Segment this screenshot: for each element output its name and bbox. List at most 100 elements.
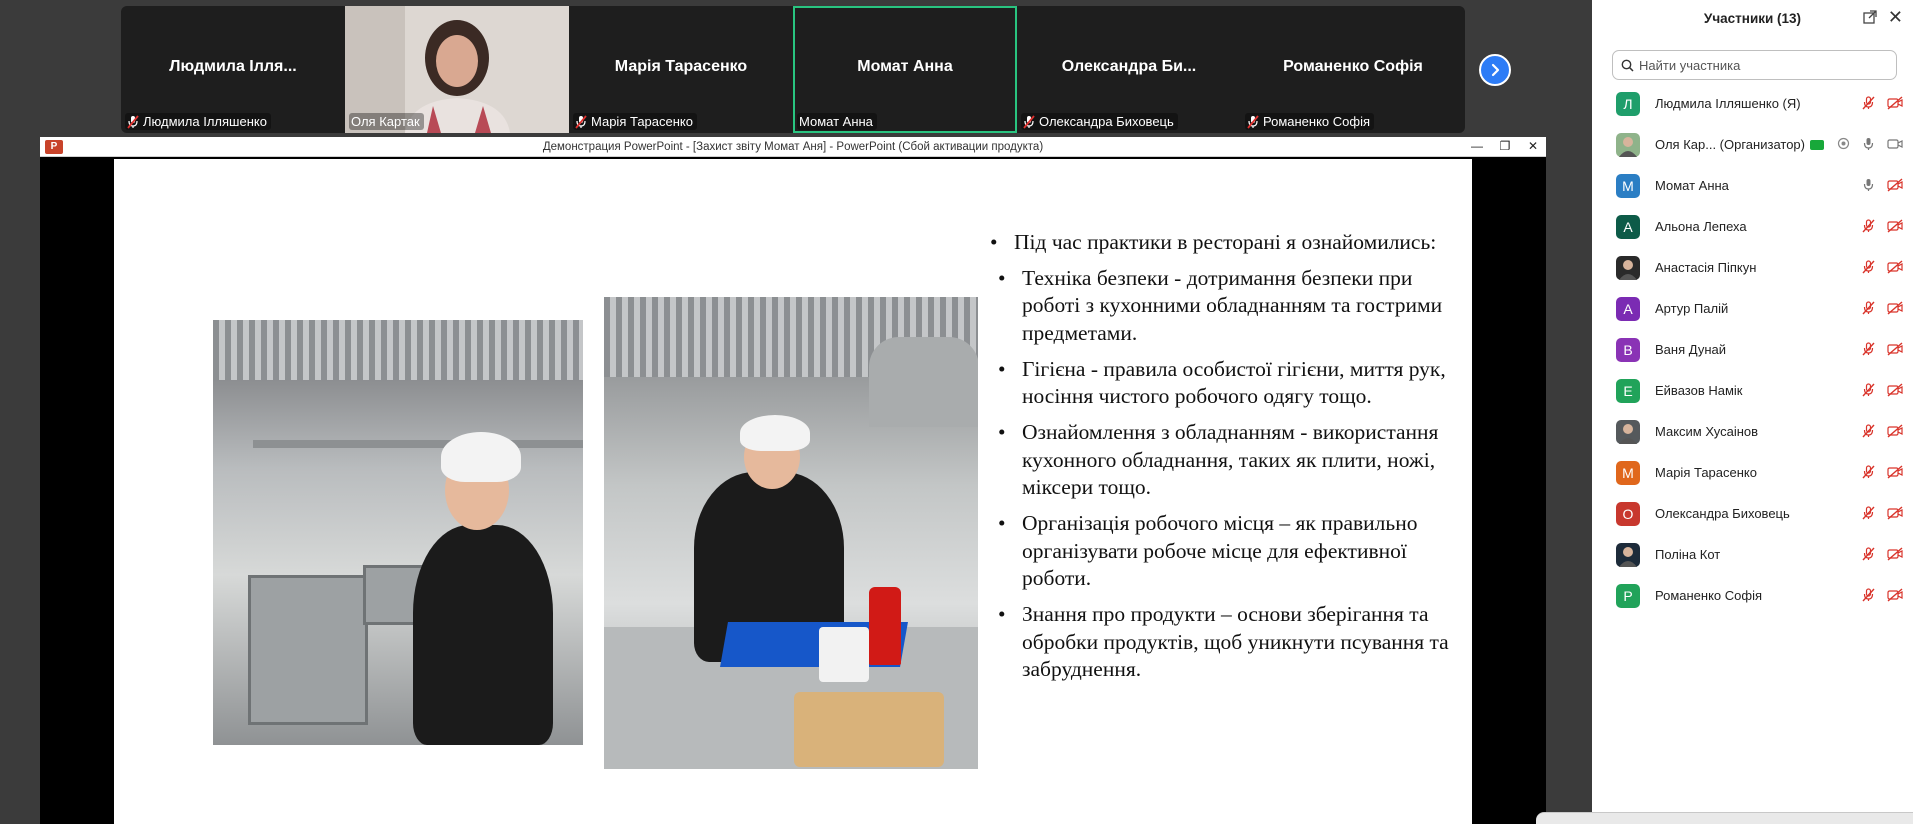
search-icon <box>1621 59 1634 72</box>
tile-name-tag: Олександра Биховець <box>1021 113 1178 130</box>
mic-muted-icon[interactable] <box>1862 96 1875 115</box>
camera-off-icon[interactable] <box>1887 342 1903 361</box>
slide-bullet-text: Гігієна - правила особистої гігієни, мит… <box>1022 356 1446 409</box>
video-tile-active-speaker[interactable]: Момат Анна Момат Анна <box>793 6 1017 133</box>
tile-name-tag: Марія Тарасенко <box>573 113 697 130</box>
avatar <box>1616 132 1640 157</box>
participant-row[interactable]: Л Людмила Ілляшенко (Я) <box>1592 83 1913 124</box>
mic-muted-icon[interactable] <box>1862 465 1875 484</box>
mic-muted-icon[interactable] <box>1862 301 1875 320</box>
tile-center-name: Людмила Ілля... <box>169 58 297 75</box>
camera-off-icon[interactable] <box>1887 219 1903 238</box>
participant-name: Анастасія Піпкун <box>1655 260 1757 275</box>
search-input[interactable] <box>1639 57 1879 73</box>
tile-tag-label: Олександра Биховець <box>1039 114 1174 129</box>
participant-row[interactable]: А Артур Палій <box>1592 288 1913 329</box>
participant-row[interactable]: В Ваня Дунай <box>1592 329 1913 370</box>
participant-name: Ваня Дунай <box>1655 342 1726 357</box>
camera-off-icon[interactable] <box>1887 178 1903 197</box>
pop-out-icon[interactable] <box>1863 10 1877 24</box>
camera-off-icon[interactable] <box>1887 383 1903 402</box>
participant-name: Романенко Софія <box>1655 588 1763 603</box>
video-tile[interactable]: Оля Картак <box>345 6 569 133</box>
slide-bullet: • Ознайомлення з обладнанням - використан… <box>998 420 1439 499</box>
participant-list: Л Людмила Ілляшенко (Я) Оля Кар... (Органи… <box>1592 83 1913 616</box>
slide-text-block: • Під час практики в ресторані я ознайоми… <box>990 229 1450 692</box>
mic-muted-icon[interactable] <box>1862 424 1875 443</box>
slide-bullet-text: Організація робочого місця – як правильн… <box>1022 511 1418 590</box>
mic-muted-icon[interactable] <box>1862 219 1875 238</box>
close-panel-icon[interactable]: ✕ <box>1888 7 1903 28</box>
participants-panel: Участники (13) ✕ Л Людмила Ілляшенко (Я) О… <box>1592 0 1913 824</box>
screen-share-icon <box>1809 139 1824 150</box>
participant-name: Максим Хусаінов <box>1655 424 1759 439</box>
participant-name: Оля Кар... (Организатор) <box>1655 137 1805 152</box>
mic-muted-icon[interactable] <box>1862 342 1875 361</box>
kitchen-photo-fryer <box>213 320 583 745</box>
panel-bottom-edge <box>1536 812 1913 824</box>
window-title: Демонстрация PowerPoint - [Захист звіту … <box>542 140 1044 153</box>
close-button[interactable]: ✕ <box>1526 139 1540 153</box>
participant-row[interactable]: О Олександра Биховець <box>1592 493 1913 534</box>
participant-row[interactable]: Максим Хусаінов <box>1592 411 1913 452</box>
avatar: М <box>1616 460 1640 485</box>
record-icon <box>1837 137 1850 156</box>
video-tile[interactable]: Романенко Софія Романенко Софія <box>1241 6 1465 133</box>
participant-row[interactable]: Р Романенко Софія <box>1592 575 1913 616</box>
camera-off-icon[interactable] <box>1887 588 1903 607</box>
video-tile[interactable]: Людмила Ілля... Людмила Ілляшенко <box>121 6 345 133</box>
slide-bullet-text: Ознайомлення з обладнанням - використанн… <box>1022 420 1439 499</box>
participants-header: Участники (13) ✕ <box>1592 0 1913 36</box>
video-tile[interactable]: Марія Тарасенко Марія Тарасенко <box>569 6 793 133</box>
participant-row[interactable]: Оля Кар... (Организатор) <box>1592 124 1913 165</box>
participant-name: Людмила Ілляшенко (Я) <box>1655 96 1801 111</box>
slide-bullet: • Гігієна - правила особистої гігієни, ми… <box>998 356 1446 409</box>
tile-center-name: Момат Анна <box>857 58 953 75</box>
slide-bullet: • Знання про продукти – основи зберіганн… <box>998 602 1449 681</box>
kitchen-photo-cutting <box>604 297 978 769</box>
avatar <box>1616 542 1640 567</box>
participant-row[interactable]: М Марія Тарасенко <box>1592 452 1913 493</box>
mic-muted-icon <box>1023 114 1035 129</box>
camera-icon[interactable] <box>1887 137 1903 156</box>
minimize-button[interactable]: — <box>1470 139 1484 153</box>
video-tile[interactable]: Олександра Би... Олександра Биховець <box>1017 6 1241 133</box>
slide-bullet: • Організація робочого місця – як правиль… <box>998 511 1418 590</box>
participant-row[interactable]: А Альона Лепеха <box>1592 206 1913 247</box>
participant-row[interactable]: Е Ейвазов Намік <box>1592 370 1913 411</box>
avatar: М <box>1616 173 1640 198</box>
mic-icon[interactable] <box>1862 137 1875 156</box>
camera-off-icon[interactable] <box>1887 465 1903 484</box>
mic-muted-icon[interactable] <box>1862 260 1875 279</box>
participant-row[interactable]: Поліна Кот <box>1592 534 1913 575</box>
participant-name: Марія Тарасенко <box>1655 465 1757 480</box>
slide-bullet-list: • Техніка безпеки - дотримання безпеки пр… <box>990 265 1450 684</box>
mic-muted-icon[interactable] <box>1862 547 1875 566</box>
camera-off-icon[interactable] <box>1887 260 1903 279</box>
camera-off-icon[interactable] <box>1887 547 1903 566</box>
next-page-button[interactable] <box>1479 54 1511 86</box>
avatar <box>1616 255 1640 280</box>
mic-icon[interactable] <box>1862 178 1875 197</box>
camera-off-icon[interactable] <box>1887 96 1903 115</box>
mic-muted-icon[interactable] <box>1862 588 1875 607</box>
participant-row[interactable]: Анастасія Піпкун <box>1592 247 1913 288</box>
camera-off-icon[interactable] <box>1887 424 1903 443</box>
mic-muted-icon <box>127 114 139 129</box>
mic-muted-icon[interactable] <box>1862 383 1875 402</box>
slide-bullet: • Техніка безпеки - дотримання безпеки пр… <box>998 265 1443 345</box>
tile-center-name: Романенко Софія <box>1283 58 1423 75</box>
participant-search[interactable] <box>1612 50 1897 80</box>
mic-muted-icon <box>1247 114 1259 129</box>
avatar: Е <box>1616 378 1640 403</box>
participant-row[interactable]: М Момат Анна <box>1592 165 1913 206</box>
restore-button[interactable]: ❐ <box>1498 139 1512 153</box>
avatar: Л <box>1616 91 1640 116</box>
camera-off-icon[interactable] <box>1887 506 1903 525</box>
camera-off-icon[interactable] <box>1887 301 1903 320</box>
participant-name: Артур Палій <box>1655 301 1729 316</box>
mic-muted-icon[interactable] <box>1862 506 1875 525</box>
participant-name: Момат Анна <box>1655 178 1729 193</box>
chevron-right-icon <box>1491 63 1500 77</box>
tile-center-name: Олександра Би... <box>1061 58 1197 75</box>
